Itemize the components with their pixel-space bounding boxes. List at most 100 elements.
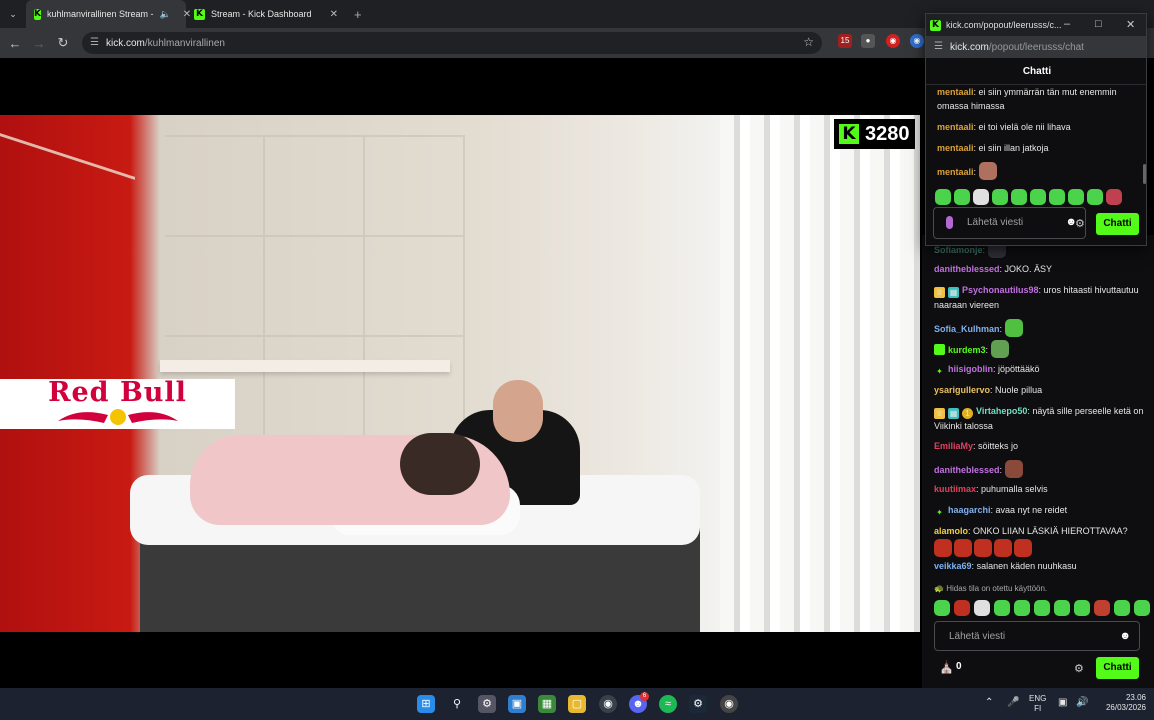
emote-button[interactable] — [973, 189, 989, 205]
emote-button[interactable] — [1034, 600, 1050, 616]
person-woman-head — [400, 433, 480, 495]
popout-scrollbar[interactable] — [1143, 164, 1146, 184]
quick-emote-bar — [935, 189, 1122, 205]
recording-app-icon[interactable]: ◉ — [720, 695, 738, 713]
verified-badge-icon: ✦ — [936, 508, 943, 517]
popout-chat-input[interactable]: Lähetä viesti ☻ — [933, 207, 1086, 239]
clock[interactable]: 23.06 26/03/2026 — [1096, 693, 1146, 713]
microphone-icon[interactable] — [946, 216, 953, 229]
speaker-icon[interactable]: 🔈 — [160, 9, 171, 20]
curtain — [720, 115, 920, 632]
popout-window-title: kick.com/popout/leerusss/c... — [946, 20, 1062, 30]
chat-message: mentaali: — [937, 162, 1137, 180]
extension-red-icon[interactable]: ◉ — [886, 34, 900, 48]
emote-button[interactable] — [992, 189, 1008, 205]
tray-overflow-icon[interactable]: ⌃ — [985, 698, 993, 708]
emote-button[interactable] — [1068, 189, 1084, 205]
stream-video[interactable]: K 3280 Red Bull — [0, 115, 920, 632]
close-icon[interactable]: ✕ — [330, 9, 338, 20]
chat-input-placeholder: Lähetä viesti — [949, 631, 1006, 642]
back-arrow-icon[interactable]: ← — [3, 36, 27, 51]
site-info-icon[interactable]: ☰ — [934, 41, 943, 52]
search-icon[interactable]: ⚲ — [448, 695, 466, 713]
chat-settings-gear-icon[interactable]: ⚙ — [1075, 217, 1085, 230]
address-bar[interactable]: ☰ kick.com/kuhlmanvirallinen ☆ — [82, 32, 822, 54]
emote-button[interactable] — [954, 600, 970, 616]
popout-send-chat-button[interactable]: Chatti — [1096, 213, 1139, 235]
emote-button[interactable] — [1106, 189, 1122, 205]
emote-button[interactable] — [954, 189, 970, 205]
red-bull-logo-overlay: Red Bull — [0, 379, 235, 429]
extension-calendar-icon[interactable]: 15 — [838, 34, 852, 48]
crown-badge-icon: ♕ — [934, 408, 945, 419]
close-window-icon[interactable]: ✕ — [1126, 18, 1135, 31]
tab-search-icon[interactable]: ⌄ — [0, 9, 26, 20]
network-icon[interactable]: ▣ — [1058, 698, 1067, 708]
popout-chat-header: Chatti — [926, 58, 1146, 85]
game-app-icon[interactable]: ▦ — [538, 695, 556, 713]
chat-message: veikka69: salanen käden nuuhkasu — [934, 561, 1077, 571]
emote-button[interactable] — [1114, 600, 1130, 616]
maximize-icon[interactable]: □ — [1095, 18, 1102, 30]
language-indicator[interactable]: ENG FI — [1029, 694, 1046, 714]
chat-message: danitheblessed: — [934, 460, 1149, 478]
emote-button[interactable] — [1049, 189, 1065, 205]
windows-start-icon[interactable]: ⊞ — [417, 695, 435, 713]
new-tab-icon[interactable]: + — [354, 7, 362, 22]
store-icon[interactable]: ⛪ — [939, 660, 954, 674]
file-explorer-icon[interactable]: ▢ — [568, 695, 586, 713]
microphone-tray-icon[interactable]: 🎤 — [1007, 698, 1019, 708]
tab-kick-dashboard[interactable]: K Stream - Kick Dashboard ✕ — [186, 0, 346, 28]
chrome-icon[interactable]: ◉ — [599, 695, 617, 713]
steam-icon[interactable]: ⚙ — [689, 695, 707, 713]
gift-badge-icon: ▦ — [948, 287, 959, 298]
emoji-picker-icon[interactable]: ☻ — [1119, 630, 1131, 642]
reload-icon[interactable]: ↻ — [51, 35, 75, 51]
settings-gear-icon[interactable]: ⚙ — [478, 695, 496, 713]
face-emote-icon — [978, 162, 997, 180]
photos-icon[interactable]: ▣ — [508, 695, 526, 713]
forward-arrow-icon[interactable]: → — [27, 36, 51, 51]
tab-kick-stream[interactable]: K kuhlmanvirallinen Stream - 🔈 ✕ — [26, 0, 191, 28]
emote-button[interactable] — [994, 600, 1010, 616]
site-info-icon[interactable]: ☰ — [90, 37, 99, 48]
angry-emote-icon — [994, 539, 1012, 557]
emote-button[interactable] — [1011, 189, 1027, 205]
emote-button[interactable] — [1087, 189, 1103, 205]
bookmark-star-icon[interactable]: ☆ — [803, 35, 814, 49]
emote-button[interactable] — [1054, 600, 1070, 616]
emote-button[interactable] — [1074, 600, 1090, 616]
extension-glasses-icon[interactable]: ● — [861, 34, 875, 48]
angry-emote-icon — [1014, 539, 1032, 557]
chat-message: ✦ hiisigoblin: jöpöttääkö — [934, 362, 1149, 377]
chat-message: mentaali: ei siin ymmärrän tän mut enemm… — [937, 87, 1117, 111]
emote-row — [934, 539, 1149, 557]
chat-message: mentaali: ei toi vielä ole nii lihava — [937, 122, 1071, 132]
emote-button[interactable] — [1014, 600, 1030, 616]
photo-emote-icon — [1004, 460, 1023, 478]
volume-icon[interactable]: 🔊 — [1076, 698, 1088, 708]
emote-button[interactable] — [934, 600, 950, 616]
verified-badge-icon: ✦ — [936, 367, 943, 376]
minimize-icon[interactable]: – — [1064, 18, 1070, 30]
emote-button[interactable] — [1134, 600, 1150, 616]
emote-button[interactable] — [1094, 600, 1110, 616]
main-chat-panel: Sofiamonje: danitheblessed: JOKO. ÄSY ♕ ▦… — [922, 235, 1154, 688]
discord-notification-badge: 6 — [640, 692, 649, 701]
channel-points[interactable]: 0 — [956, 661, 962, 672]
chat-message: Sofia_Kulhman: — [934, 319, 1149, 337]
kick-favicon-icon: K — [194, 8, 205, 20]
spotify-icon[interactable]: ≈ — [659, 695, 677, 713]
emote-button[interactable] — [1030, 189, 1046, 205]
send-chat-button[interactable]: Chatti — [1096, 657, 1139, 679]
popout-address-bar[interactable]: ☰ kick.com/popout/leerusss/chat — [926, 36, 1146, 58]
url-host: kick.com — [106, 37, 145, 49]
person-man-head — [493, 380, 543, 442]
chat-message: kuutiimax: puhumalla selvis — [934, 484, 1048, 494]
extension-blue-icon[interactable]: ◉ — [910, 34, 924, 48]
emote-button[interactable] — [935, 189, 951, 205]
emote-button[interactable] — [974, 600, 990, 616]
kick-logo-icon: K — [839, 124, 859, 144]
chat-settings-gear-icon[interactable]: ⚙ — [1074, 662, 1084, 675]
chat-input[interactable]: Lähetä viesti ☻ — [934, 621, 1140, 651]
